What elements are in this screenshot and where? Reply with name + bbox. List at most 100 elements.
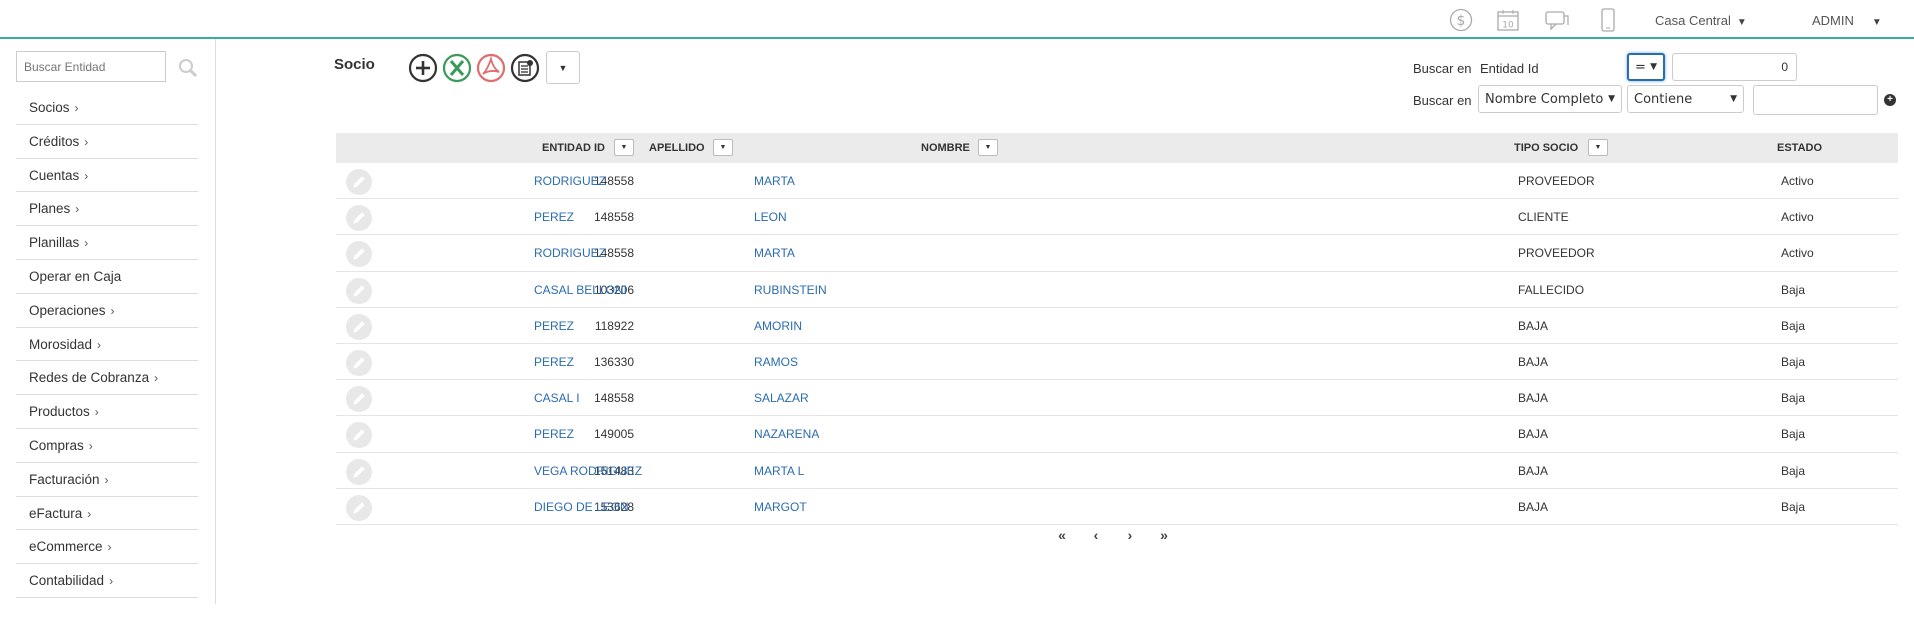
chevron-right-icon: › [74,101,79,115]
last-page-icon[interactable]: » [1154,527,1174,543]
sidebar-item[interactable]: Morosidad › [16,328,198,362]
sidebar-item[interactable]: Operaciones › [16,294,198,328]
header-entidad-id: ENTIDAD ID [542,142,605,154]
cell-apellido[interactable]: PEREZ [534,210,574,224]
branch-selector[interactable]: Casa Central ▼ [1655,13,1747,28]
entidad-id-filter-dropdown[interactable]: ▼ [614,139,634,156]
filter2-field-select[interactable]: Nombre Completo ▼ [1478,85,1622,113]
cell-apellido[interactable]: PEREZ [534,355,574,369]
filter1-operator-select[interactable]: = ▼ [1627,53,1665,81]
table-row[interactable]: 103206 CASAL BELLONI RUBINSTEIN FALLECIDO Ba… [336,272,1898,308]
edit-icon[interactable] [346,494,372,521]
sidebar-item[interactable]: Redes de Cobranza › [16,361,198,396]
excel-icon[interactable] [442,53,472,83]
calendar-icon[interactable]: 10 [1494,8,1522,32]
cell-apellido[interactable]: CASAL BELLONI [534,283,627,297]
edit-icon[interactable] [346,277,372,304]
edit-icon[interactable] [346,169,372,195]
table-row[interactable]: 149005 PEREZ NAZARENA BAJA Baja [336,416,1898,453]
sidebar-menu: Socios › Créditos › Cuentas › Planes › Planillas… [16,91,198,598]
apellido-filter-dropdown[interactable]: ▼ [713,139,733,156]
sidebar-item[interactable]: Contabilidad › [16,564,198,598]
sidebar-item-label: Planillas [29,235,80,251]
cell-apellido[interactable]: RODRIGUEZ [534,174,606,188]
cell-nombre[interactable]: LEON [754,210,787,224]
sidebar: Socios›Créditos›Cuentas›Planes›Planillas… [0,39,216,604]
cell-apellido[interactable]: CASAL I [534,391,580,405]
table-row[interactable]: 148558 CASAL I SALAZAR BAJA Baja [336,380,1898,417]
sidebar-item[interactable]: Planillas › [16,226,198,260]
add-filter-icon[interactable]: + [1884,94,1896,106]
pdf-icon[interactable] [476,53,506,83]
first-page-icon[interactable]: « [1052,527,1072,543]
sidebar-item[interactable]: Planes › [16,192,198,227]
next-page-icon[interactable]: › [1120,527,1140,543]
cell-nombre[interactable]: MARTA [754,246,795,260]
cell-nombre[interactable]: RAMOS [754,355,798,369]
edit-icon[interactable] [346,205,372,232]
search-icon[interactable] [177,57,199,79]
report-icon[interactable] [510,53,540,83]
table-row[interactable]: 153628 DIEGO DE LEON MARGOT BAJA Baja [336,489,1898,525]
edit-icon[interactable] [346,386,372,413]
sidebar-item[interactable]: Compras › [16,429,198,463]
table-row[interactable]: 118922 PEREZ AMORIN BAJA Baja [336,308,1898,344]
header-estado: ESTADO [1777,142,1823,154]
cell-tipo-socio: BAJA [1518,354,1549,369]
dollar-icon[interactable]: $ [1447,8,1475,32]
sidebar-item[interactable]: eCommerce › [16,530,198,565]
sidebar-item-label: Contabilidad [29,573,105,589]
table-row[interactable]: 148558 RODRIGUEZ MARTA PROVEEDOR Activo [336,163,1898,200]
cell-nombre[interactable]: NAZARENA [754,427,819,441]
edit-icon[interactable] [346,313,372,340]
table-row[interactable]: 136330 PEREZ RAMOS BAJA Baja [336,344,1898,381]
edit-icon[interactable] [346,458,372,485]
chevron-down-icon: ▼ [1608,94,1615,104]
cell-apellido[interactable]: VEGA RODRIGUEZ [534,464,642,478]
sidebar-item-label: Créditos [29,133,80,149]
edit-icon[interactable] [346,241,372,268]
chevron-right-icon: › [94,405,99,420]
page-title: Socio [334,56,375,73]
sidebar-item[interactable]: Socios › [16,91,198,125]
user-menu[interactable]: ADMIN ▼ [1812,13,1882,28]
cell-nombre[interactable]: MARGOT [754,500,807,514]
sidebar-item[interactable]: Cuentas › [16,159,198,193]
sidebar-item-label: eFactura [29,505,83,521]
chevron-right-icon: › [87,506,92,521]
sidebar-item[interactable]: eFactura › [16,497,198,531]
nombre-filter-dropdown[interactable]: ▼ [978,139,998,156]
prev-page-icon[interactable]: ‹ [1086,527,1106,543]
chevron-right-icon: › [84,134,89,149]
table-row[interactable]: 151483 VEGA RODRIGUEZ MARTA L BAJA Baja [336,453,1898,489]
cell-nombre[interactable]: MARTA [754,174,795,188]
cell-nombre[interactable]: AMORIN [754,319,802,333]
cell-nombre[interactable]: RUBINSTEIN [754,283,827,297]
sidebar-item-label: Cuentas [29,167,80,183]
sidebar-item[interactable]: Operar en Caja [16,260,198,294]
table-row[interactable]: 148558 RODRIGUEZ MARTA PROVEEDOR Activo [336,235,1898,272]
edit-icon[interactable] [346,422,372,449]
caret-down-icon: ▼ [558,62,568,73]
sidebar-item[interactable]: Productos › [16,395,198,429]
filter2-operator-select[interactable]: Contiene ▼ [1627,85,1744,113]
edit-icon[interactable] [346,349,372,376]
cell-nombre[interactable]: SALAZAR [754,391,809,405]
sidebar-item[interactable]: Facturación › [16,463,198,497]
sidebar-item[interactable]: Créditos › [16,125,198,159]
mobile-icon[interactable] [1594,8,1622,32]
table-row[interactable]: 148558 PEREZ LEON CLIENTE Activo [336,199,1898,236]
cell-apellido[interactable]: DIEGO DE LEON [534,500,629,514]
chat-icon[interactable] [1543,8,1571,32]
cell-apellido[interactable]: PEREZ [534,319,574,333]
tipo-socio-filter-dropdown[interactable]: ▼ [1588,139,1608,156]
add-icon[interactable] [408,53,438,83]
cell-nombre[interactable]: MARTA L [754,464,804,478]
filter1-value-input[interactable]: 0 [1672,53,1797,81]
more-actions-dropdown[interactable]: ▼ [546,51,580,84]
cell-apellido[interactable]: RODRIGUEZ [534,246,606,260]
search-input[interactable] [16,51,166,82]
filter2-value-textarea[interactable] [1753,85,1878,115]
pagination: « ‹ › » [1052,527,1174,543]
cell-apellido[interactable]: PEREZ [534,427,574,441]
